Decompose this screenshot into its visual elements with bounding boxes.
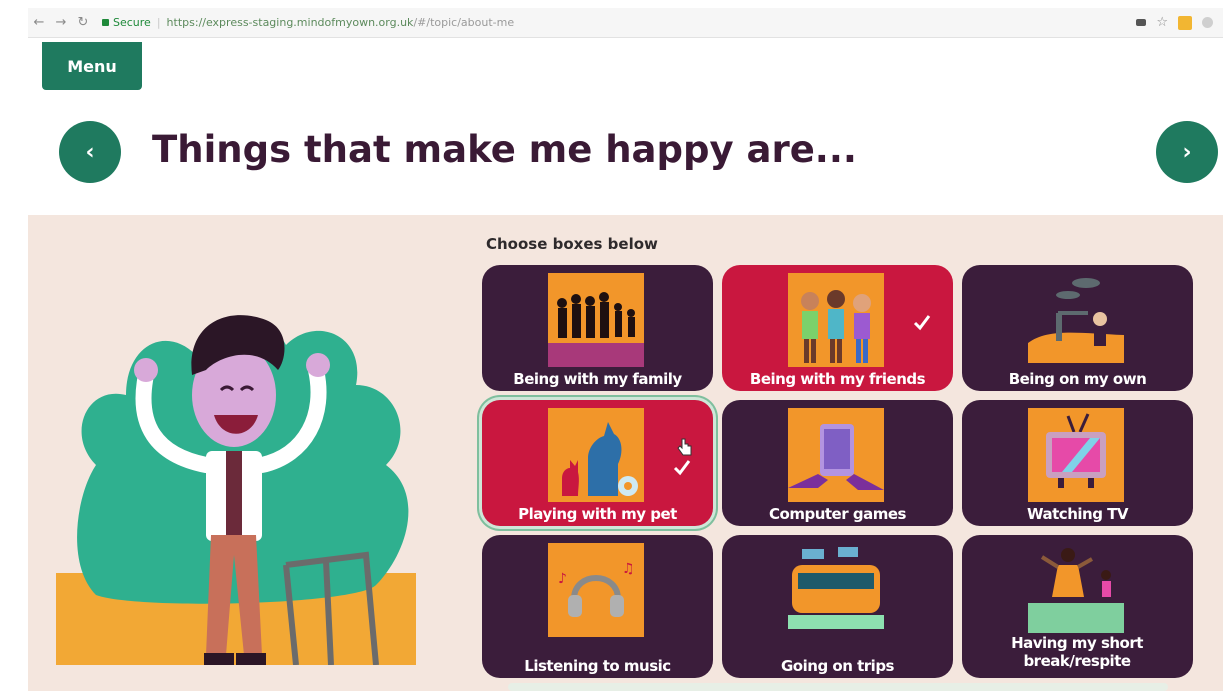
instruction-text: Choose boxes below <box>486 235 658 253</box>
topic-panel: Choose boxes below Being with my family … <box>28 215 1223 691</box>
lock-icon <box>102 19 109 26</box>
tile-label: Playing with my pet <box>518 505 677 523</box>
url-path: /#/topic/about-me <box>413 16 515 29</box>
next-button[interactable]: › <box>1156 121 1218 183</box>
browser-toolbar: ← → ↻ Secure | https://express-staging.m… <box>28 8 1223 38</box>
choice-tile-being-on-my-own[interactable]: Being on my own <box>962 265 1193 391</box>
chevron-right-icon: › <box>1182 139 1192 165</box>
menu-button[interactable]: Menu <box>42 42 142 90</box>
choice-tile-going-on-trips[interactable]: Going on trips <box>722 535 953 678</box>
extension-icon[interactable] <box>1178 15 1192 30</box>
tile-label: Being with my family <box>513 370 682 388</box>
tablet-icon <box>788 408 884 502</box>
choice-tile-computer-games[interactable]: Computer games <box>722 400 953 526</box>
choice-tile-being-with-my-family[interactable]: Being with my family <box>482 265 713 391</box>
address-bar[interactable]: Secure | https://express-staging.mindofm… <box>102 12 514 34</box>
page-title: Things that make me happy are... <box>152 128 857 171</box>
camera-icon[interactable] <box>1136 19 1147 26</box>
tile-label: Computer games <box>769 505 906 523</box>
checkmark-icon <box>673 460 691 476</box>
choice-tile-having-my-short-break-respite[interactable]: Having my short break/respite <box>962 535 1193 678</box>
tile-label: Listening to music <box>524 657 671 675</box>
bottom-strip <box>508 683 1168 691</box>
hand-cursor-icon <box>677 438 692 456</box>
bus-icon <box>788 543 884 637</box>
chevron-left-icon: ‹ <box>85 139 95 165</box>
choice-grid: Being with my family Being with my frien… <box>482 265 1193 678</box>
dancing-icon <box>1028 541 1124 635</box>
previous-button[interactable]: ‹ <box>59 121 121 183</box>
profile-icon[interactable] <box>1202 17 1213 28</box>
svg-text:♫: ♫ <box>622 561 635 577</box>
happy-character-illustration <box>56 315 416 665</box>
star-icon[interactable]: ☆ <box>1156 15 1168 30</box>
tv-icon <box>1028 408 1124 502</box>
back-arrow-icon[interactable]: ← <box>28 15 50 30</box>
choice-tile-listening-to-music[interactable]: ♪ ♫ Listening to music <box>482 535 713 678</box>
tile-label: Having my short break/respite <box>1011 634 1143 670</box>
page: Menu ‹ Things that make me happy are... … <box>28 38 1223 691</box>
svg-text:♪: ♪ <box>558 571 567 587</box>
secure-label: Secure <box>113 16 151 29</box>
tile-label: Being on my own <box>1008 370 1147 388</box>
headphones-icon: ♪ ♫ <box>548 543 644 637</box>
tile-label: Going on trips <box>781 657 894 675</box>
browser-actions: ☆ <box>1136 15 1223 30</box>
url-host: https://express-staging.mindofmyown.org.… <box>166 16 414 29</box>
choice-tile-playing-with-my-pet[interactable]: Playing with my pet <box>482 400 713 526</box>
pet-icon <box>548 408 644 502</box>
reload-icon[interactable]: ↻ <box>72 15 94 30</box>
secure-indicator: Secure <box>102 16 151 29</box>
forward-arrow-icon[interactable]: → <box>50 15 72 30</box>
family-silhouette-icon <box>548 273 644 367</box>
friends-icon <box>788 273 884 367</box>
checkmark-icon <box>913 315 931 331</box>
tile-label: Being with my friends <box>749 370 926 388</box>
choice-tile-being-with-my-friends[interactable]: Being with my friends <box>722 265 953 391</box>
tile-label: Watching TV <box>1027 505 1129 523</box>
alone-icon <box>1028 273 1124 367</box>
choice-tile-watching-tv[interactable]: Watching TV <box>962 400 1193 526</box>
url-separator: | <box>156 16 161 29</box>
